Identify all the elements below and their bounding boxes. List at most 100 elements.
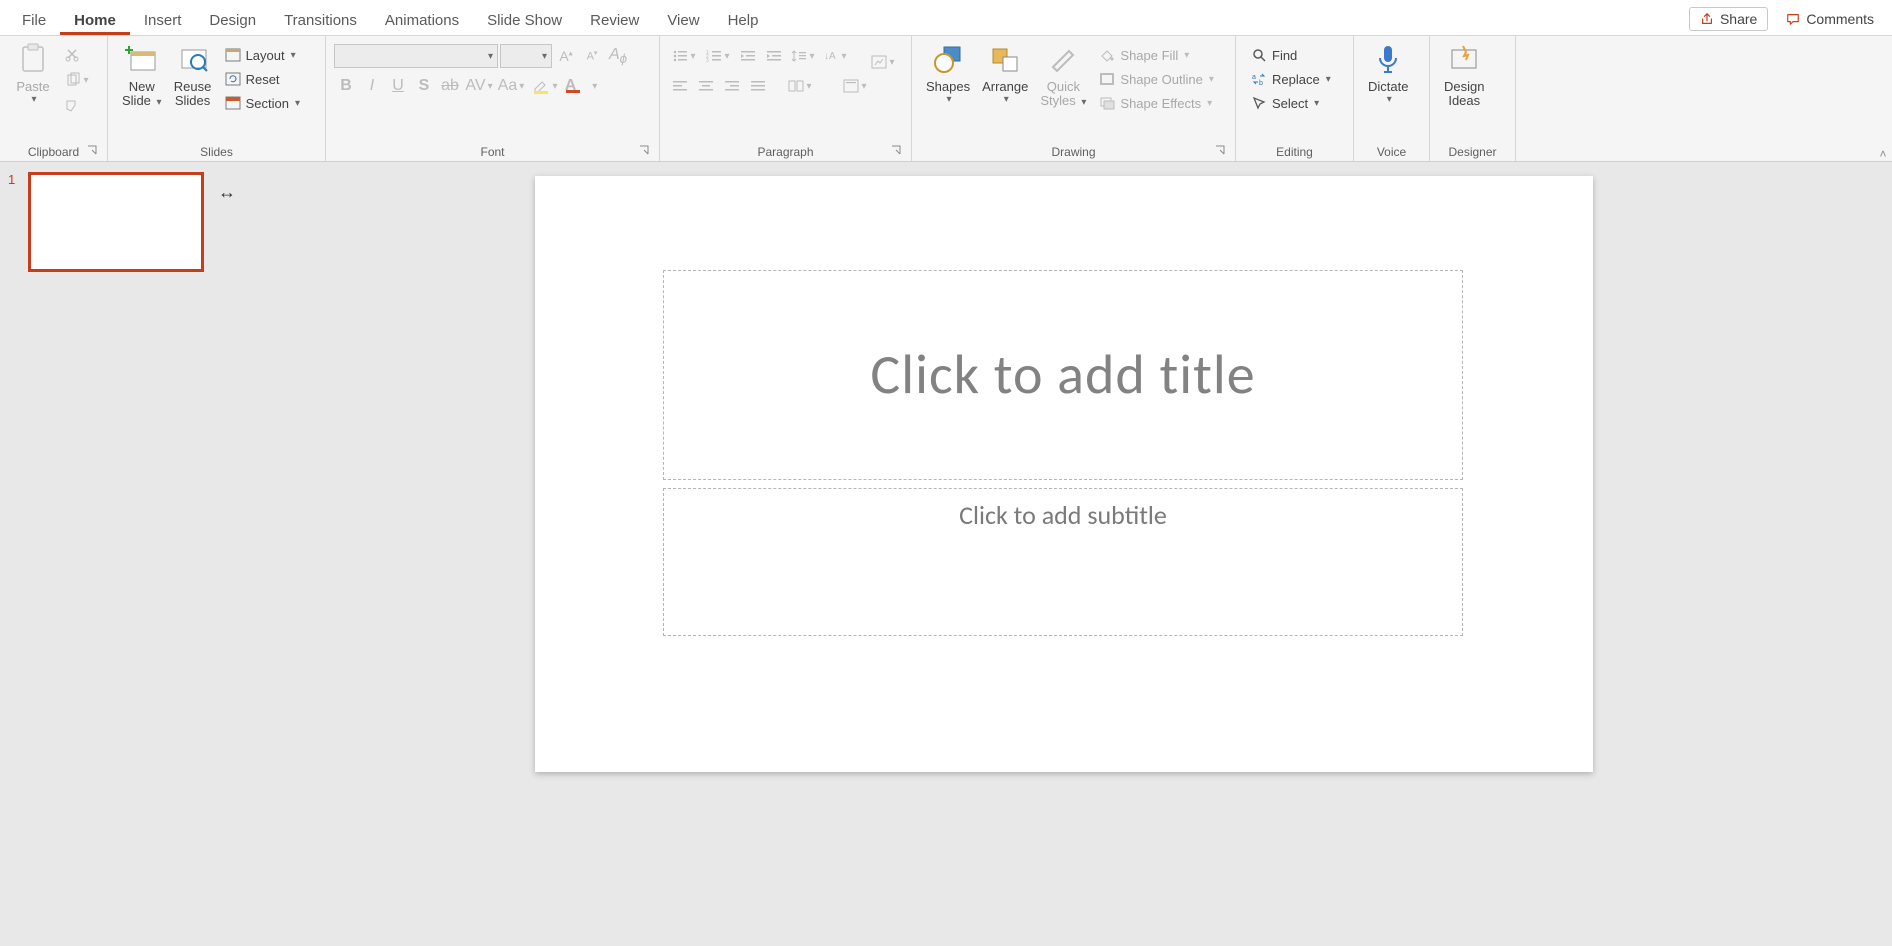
- paste-button[interactable]: Paste ▾: [8, 40, 58, 107]
- font-size-combo[interactable]: ▾: [500, 44, 552, 68]
- slide-thumbnails-pane[interactable]: 1: [0, 162, 236, 946]
- change-case-button[interactable]: Aa▾: [496, 74, 526, 98]
- increase-indent-button[interactable]: [762, 44, 786, 68]
- align-text-button[interactable]: ▾: [840, 74, 870, 98]
- reset-button[interactable]: Reset: [220, 68, 304, 90]
- replace-label: Replace: [1272, 72, 1320, 87]
- slide-canvas-area[interactable]: Click to add title Click to add subtitle: [236, 162, 1892, 946]
- tab-review[interactable]: Review: [576, 6, 653, 35]
- quick-styles-label-1: Quick: [1047, 80, 1080, 94]
- quick-styles-icon: [1046, 42, 1080, 76]
- tab-design[interactable]: Design: [195, 6, 270, 35]
- char-spacing-button[interactable]: AV▾: [464, 74, 494, 98]
- collapse-ribbon-button[interactable]: ˄: [1874, 147, 1892, 161]
- chevron-down-icon: ▾: [1209, 74, 1214, 85]
- align-center-button[interactable]: [694, 74, 718, 98]
- dictate-icon: [1371, 42, 1405, 76]
- font-name-combo[interactable]: ▾: [334, 44, 498, 68]
- chevron-down-icon: ▾: [1004, 94, 1009, 105]
- cut-button[interactable]: [60, 42, 84, 66]
- tab-transitions[interactable]: Transitions: [270, 6, 371, 35]
- shape-fill-button[interactable]: Shape Fill ▾: [1094, 44, 1217, 66]
- new-slide-button[interactable]: New Slide ▾: [116, 40, 168, 111]
- group-designer: Design Ideas Designer: [1430, 36, 1516, 161]
- italic-button[interactable]: I: [360, 74, 384, 98]
- dialog-launcher-icon[interactable]: [1215, 145, 1227, 157]
- group-slides: New Slide ▾ Reuse Slides Layout ▾ Reset: [108, 36, 326, 161]
- underline-button[interactable]: U: [386, 74, 410, 98]
- arrange-label: Arrange: [982, 80, 1028, 94]
- select-icon: [1250, 94, 1268, 112]
- reuse-slides-label-1: Reuse: [174, 80, 212, 94]
- group-voice: Dictate ▾ Voice: [1354, 36, 1430, 161]
- shape-effects-label: Shape Effects: [1120, 96, 1201, 111]
- shapes-button[interactable]: Shapes ▾: [920, 40, 976, 107]
- smartart-button[interactable]: ▾: [868, 50, 898, 74]
- decrease-indent-button[interactable]: [736, 44, 760, 68]
- bold-button[interactable]: B: [334, 74, 358, 98]
- group-label-paragraph: Paragraph: [668, 143, 903, 159]
- bullets-button[interactable]: ▾: [668, 44, 700, 68]
- font-color-button[interactable]: A ▾: [564, 74, 598, 98]
- group-label-editing: Editing: [1244, 143, 1345, 159]
- format-painter-button[interactable]: [60, 94, 84, 118]
- select-label: Select: [1272, 96, 1308, 111]
- share-button[interactable]: Share: [1689, 7, 1768, 31]
- comments-button[interactable]: Comments: [1776, 7, 1884, 31]
- topbar-right: Share Comments: [1689, 7, 1884, 35]
- clear-formatting-button[interactable]: Aϕ: [606, 44, 630, 68]
- reuse-slides-label-2: Slides: [175, 94, 210, 108]
- slide-thumbnail-1[interactable]: [28, 172, 204, 272]
- columns-button[interactable]: ▾: [784, 74, 816, 98]
- group-paragraph: ▾ 123▾ ▾ ↓A▾ ▾ ▾ ▾ Paragraph: [660, 36, 912, 161]
- subtitle-placeholder[interactable]: Click to add subtitle: [663, 488, 1463, 636]
- tab-view[interactable]: View: [653, 6, 713, 35]
- shape-outline-label: Shape Outline: [1120, 72, 1202, 87]
- shapes-label: Shapes: [926, 80, 970, 94]
- dialog-launcher-icon[interactable]: [87, 145, 99, 157]
- chevron-down-icon: ▾: [1387, 94, 1392, 105]
- tab-slideshow[interactable]: Slide Show: [473, 6, 576, 35]
- layout-button[interactable]: Layout ▾: [220, 44, 304, 66]
- shape-outline-button[interactable]: Shape Outline ▾: [1094, 68, 1217, 90]
- select-button[interactable]: Select ▾: [1246, 92, 1335, 114]
- strikethrough-button[interactable]: ab: [438, 74, 462, 98]
- tab-home[interactable]: Home: [60, 6, 130, 35]
- dialog-launcher-icon[interactable]: [891, 145, 903, 157]
- line-spacing-button[interactable]: ▾: [788, 44, 818, 68]
- group-editing: Find ab Replace ▾ Select ▾ Editing: [1236, 36, 1354, 161]
- reuse-slides-button[interactable]: Reuse Slides: [168, 40, 218, 111]
- layout-label: Layout: [246, 48, 285, 63]
- title-placeholder[interactable]: Click to add title: [663, 270, 1463, 480]
- highlight-color-button[interactable]: ▾: [528, 74, 562, 98]
- design-ideas-label-2: Ideas: [1448, 94, 1480, 108]
- tab-file[interactable]: File: [8, 6, 60, 35]
- quick-styles-button[interactable]: Quick Styles ▾: [1034, 40, 1092, 111]
- chevron-down-icon: ▾: [1326, 74, 1331, 85]
- section-button[interactable]: Section ▾: [220, 92, 304, 114]
- dialog-launcher-icon[interactable]: [639, 145, 651, 157]
- tab-animations[interactable]: Animations: [371, 6, 473, 35]
- text-direction-button[interactable]: ↓A▾: [820, 44, 850, 68]
- thumbnail-number: 1: [8, 172, 20, 187]
- replace-button[interactable]: ab Replace ▾: [1246, 68, 1335, 90]
- decrease-font-button[interactable]: A▾: [580, 44, 604, 68]
- find-button[interactable]: Find: [1246, 44, 1335, 66]
- tab-help[interactable]: Help: [714, 6, 773, 35]
- chevron-down-icon: ▾: [291, 50, 296, 61]
- design-ideas-button[interactable]: Design Ideas: [1438, 40, 1490, 111]
- align-right-button[interactable]: [720, 74, 744, 98]
- replace-icon: ab: [1250, 70, 1268, 88]
- increase-font-button[interactable]: A▴: [554, 44, 578, 68]
- arrange-button[interactable]: Arrange ▾: [976, 40, 1034, 107]
- numbering-button[interactable]: 123▾: [702, 44, 734, 68]
- shape-effects-button[interactable]: Shape Effects ▾: [1094, 92, 1217, 114]
- shadow-button[interactable]: S: [412, 74, 436, 98]
- justify-button[interactable]: [746, 74, 770, 98]
- tab-insert[interactable]: Insert: [130, 6, 196, 35]
- align-left-button[interactable]: [668, 74, 692, 98]
- copy-button[interactable]: ▾: [60, 68, 94, 92]
- find-label: Find: [1272, 48, 1297, 63]
- dictate-button[interactable]: Dictate ▾: [1362, 40, 1414, 107]
- slide-canvas[interactable]: Click to add title Click to add subtitle: [535, 176, 1593, 772]
